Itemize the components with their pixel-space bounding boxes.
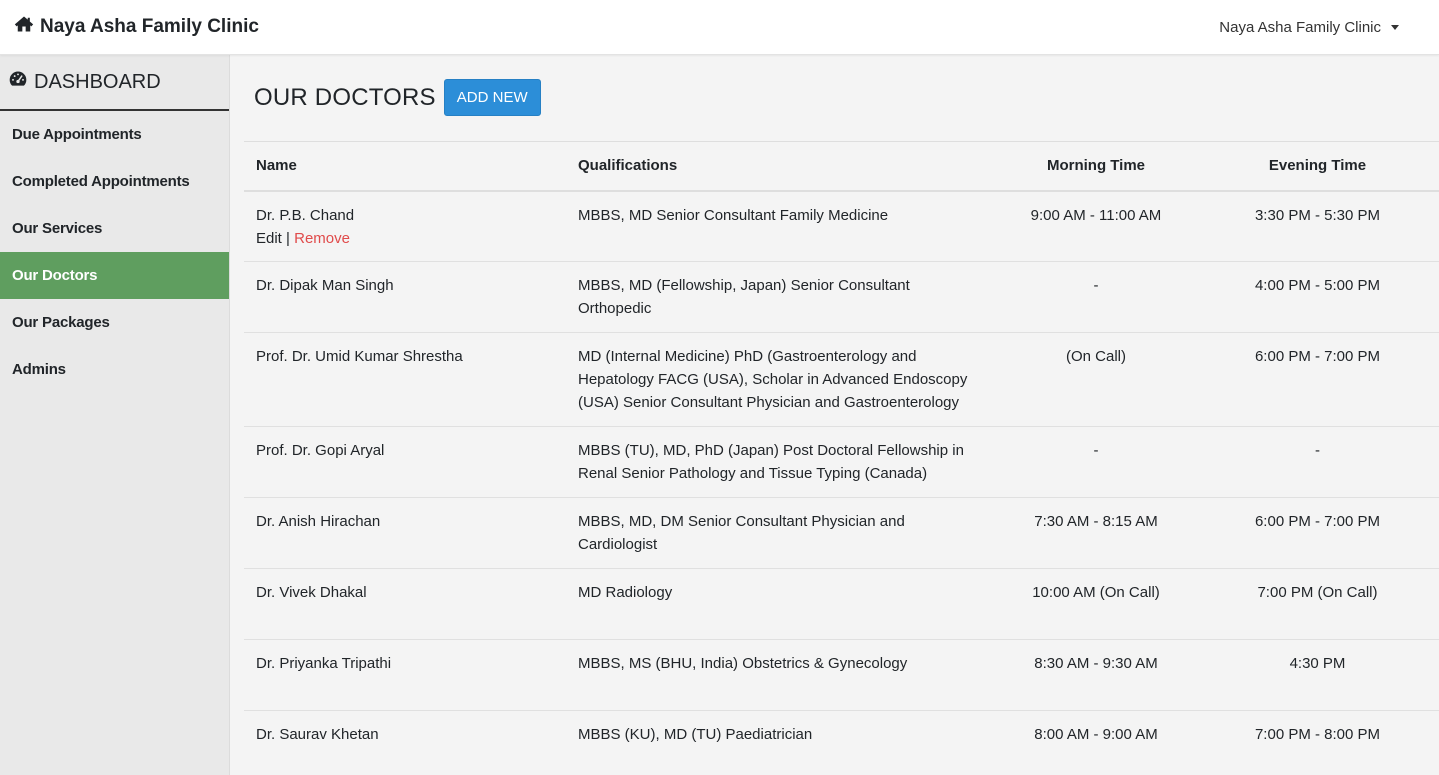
home-icon <box>14 14 34 40</box>
remove-link[interactable]: Remove <box>294 230 350 247</box>
table-row: Dr. Dipak Man Singh MBBS, MD (Fellowship… <box>244 261 1439 333</box>
doctor-name-cell: Prof. Dr. Gopi Aryal <box>244 426 566 498</box>
doctor-name-cell: Dr. Saurav Khetan <box>244 710 566 775</box>
sidebar-item-due-appointments[interactable]: Due Appointments <box>0 111 229 158</box>
column-header-morning-time: Morning Time <box>996 141 1196 192</box>
evening-time-cell: 3:30 PM - 5:30 PM <box>1196 190 1439 262</box>
evening-time-cell: 4:00 PM - 5:00 PM <box>1196 261 1439 333</box>
morning-time-cell: (On Call) <box>996 332 1196 427</box>
evening-time-cell: 6:00 PM - 7:00 PM <box>1196 497 1439 569</box>
sidebar-heading-label: DASHBOARD <box>34 70 161 93</box>
evening-time-cell: 7:00 PM - 8:00 PM <box>1196 710 1439 775</box>
qualifications-cell: MBBS (KU), MD (TU) Paediatrician <box>566 710 996 775</box>
qualifications-cell: MBBS, MD Senior Consultant Family Medici… <box>566 190 996 262</box>
column-header-name: Name <box>244 141 566 192</box>
brand-title: Naya Asha Family Clinic <box>40 16 259 37</box>
qualifications-cell: MBBS, MS (BHU, India) Obstetrics & Gynec… <box>566 639 996 711</box>
evening-time-cell: - <box>1196 426 1439 498</box>
table-row: Dr. P.B. Chand Edit | Remove MBBS, MD Se… <box>244 190 1439 262</box>
doctor-name-cell: Prof. Dr. Umid Kumar Shrestha <box>244 332 566 427</box>
morning-time-cell: 10:00 AM (On Call) <box>996 568 1196 640</box>
table-row: Prof. Dr. Gopi Aryal MBBS (TU), MD, PhD … <box>244 426 1439 498</box>
column-header-qualifications: Qualifications <box>566 141 996 192</box>
doctors-table: Name Qualifications Morning Time Evening… <box>244 141 1439 775</box>
sidebar-heading[interactable]: DASHBOARD <box>0 55 229 111</box>
table-row: Dr. Priyanka Tripathi MBBS, MS (BHU, Ind… <box>244 639 1439 711</box>
morning-time-cell: 9:00 AM - 11:00 AM <box>996 190 1196 262</box>
evening-time-cell: 4:30 PM <box>1196 639 1439 711</box>
action-separator: | <box>286 229 290 247</box>
table-row: Dr. Vivek Dhakal MD Radiology 10:00 AM (… <box>244 568 1439 640</box>
main-content: OUR DOCTORS ADD NEW Name Qualifications … <box>230 55 1439 775</box>
qualifications-cell: MD (Internal Medicine) PhD (Gastroentero… <box>566 332 996 427</box>
doctor-name: Dr. P.B. Chand <box>256 206 355 224</box>
qualifications-cell: MBBS, MD, DM Senior Consultant Physician… <box>566 497 996 569</box>
evening-time-cell: 7:00 PM (On Call) <box>1196 568 1439 640</box>
doctor-name-cell: Dr. Dipak Man Singh <box>244 261 566 333</box>
row-actions: Edit | Remove <box>256 227 554 250</box>
morning-time-cell: - <box>996 261 1196 333</box>
doctor-name-cell: Dr. Vivek Dhakal <box>244 568 566 640</box>
edit-link[interactable]: Edit <box>256 230 282 247</box>
table-row: Dr. Anish Hirachan MBBS, MD, DM Senior C… <box>244 497 1439 569</box>
dashboard-gauge-icon <box>8 69 28 95</box>
evening-time-cell: 6:00 PM - 7:00 PM <box>1196 332 1439 427</box>
doctor-name-cell: Dr. Anish Hirachan <box>244 497 566 569</box>
sidebar-item-our-doctors[interactable]: Our Doctors <box>0 252 229 299</box>
morning-time-cell: 7:30 AM - 8:15 AM <box>996 497 1196 569</box>
table-row: Dr. Saurav Khetan MBBS (KU), MD (TU) Pae… <box>244 710 1439 775</box>
sidebar-item-admins[interactable]: Admins <box>0 346 229 393</box>
add-new-button[interactable]: ADD NEW <box>443 79 541 116</box>
sidebar-item-our-services[interactable]: Our Services <box>0 205 229 252</box>
qualifications-cell: MBBS, MD (Fellowship, Japan) Senior Cons… <box>566 261 996 333</box>
caret-down-icon <box>1391 24 1399 30</box>
doctor-name-cell: Dr. P.B. Chand Edit | Remove <box>244 190 566 262</box>
top-navbar: Naya Asha Family Clinic Naya Asha Family… <box>0 0 1439 55</box>
page-header: OUR DOCTORS ADD NEW <box>254 79 541 116</box>
qualifications-cell: MBBS (TU), MD, PhD (Japan) Post Doctoral… <box>566 426 996 498</box>
doctor-name-cell: Dr. Priyanka Tripathi <box>244 639 566 711</box>
sidebar: DASHBOARD Due Appointments Completed App… <box>0 55 230 775</box>
morning-time-cell: 8:00 AM - 9:00 AM <box>996 710 1196 775</box>
table-row: Prof. Dr. Umid Kumar Shrestha MD (Intern… <box>244 332 1439 427</box>
table-header-row: Name Qualifications Morning Time Evening… <box>244 141 1439 192</box>
column-header-evening-time: Evening Time <box>1196 141 1439 192</box>
account-name: Naya Asha Family Clinic <box>1219 18 1381 36</box>
sidebar-item-completed-appointments[interactable]: Completed Appointments <box>0 158 229 205</box>
account-dropdown[interactable]: Naya Asha Family Clinic <box>1219 19 1399 36</box>
morning-time-cell: - <box>996 426 1196 498</box>
qualifications-cell: MD Radiology <box>566 568 996 640</box>
sidebar-item-our-packages[interactable]: Our Packages <box>0 299 229 346</box>
morning-time-cell: 8:30 AM - 9:30 AM <box>996 639 1196 711</box>
brand-link[interactable]: Naya Asha Family Clinic <box>14 14 259 40</box>
page-title: OUR DOCTORS <box>254 83 436 111</box>
